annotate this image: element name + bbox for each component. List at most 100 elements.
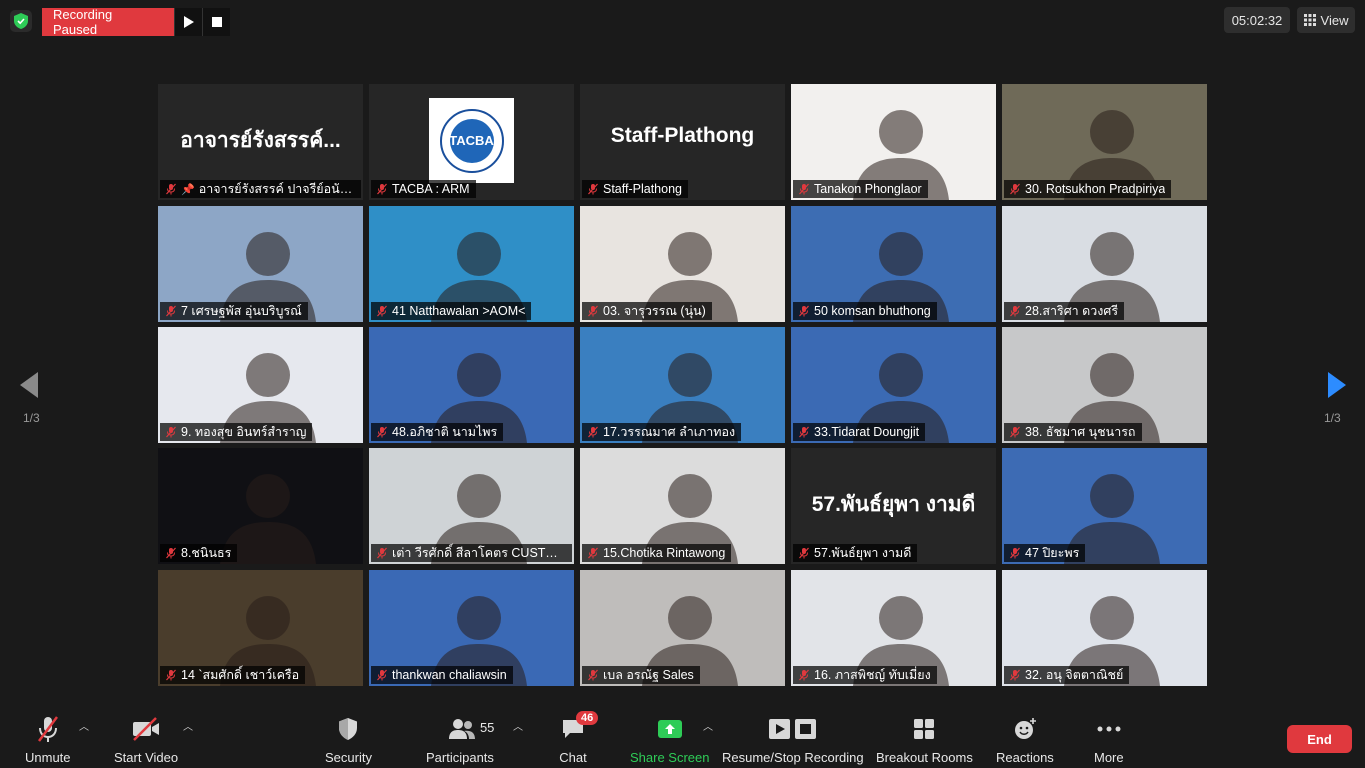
participant-tile[interactable]: 16. ภาสพิชญ์ ทับเมี่ยง xyxy=(791,570,996,686)
participant-nameplate: 03. จารุวรรณ (นุ่น) xyxy=(582,302,712,320)
participant-nameplate: TACBA : ARM xyxy=(371,180,476,198)
participant-nameplate: 15.Chotika Rintawong xyxy=(582,544,732,562)
participants-button[interactable]: 55 Participants xyxy=(426,714,494,765)
tacba-logo: TACBA xyxy=(429,98,514,183)
participant-tile[interactable]: TACBA TACBA : ARM xyxy=(369,84,574,200)
participant-tile[interactable]: 38. ธัชมาศ นุชนารถ xyxy=(1002,327,1207,443)
participant-nameplate: 50 komsan bhuthong xyxy=(793,302,937,320)
participant-name: 9. ทองสุข อินทร์สำราญ xyxy=(181,425,307,439)
end-meeting-button[interactable]: End xyxy=(1287,725,1352,753)
muted-mic-icon xyxy=(1010,426,1020,438)
video-options-caret-icon[interactable]: ︿ xyxy=(183,718,193,733)
muted-mic-icon xyxy=(588,547,598,559)
recording-controls-icon xyxy=(768,719,816,739)
muted-mic-icon xyxy=(377,305,387,317)
recording-label: Resume/Stop Recording xyxy=(722,750,864,765)
participant-tile[interactable]: อาจารย์รังสรรค์... 📌 อาจารย์รังสรรค์ ปาจรี… xyxy=(158,84,363,200)
participant-tile[interactable]: เบล อรณัฐ Sales xyxy=(580,570,785,686)
participant-tile[interactable]: 48.อภิชาติ นามไพร xyxy=(369,327,574,443)
participant-tile[interactable]: 47 ปิยะพร xyxy=(1002,448,1207,564)
participant-tile[interactable]: 28.สาริศา ดวงศรี xyxy=(1002,206,1207,322)
share-screen-label: Share Screen xyxy=(630,750,710,765)
muted-mic-icon xyxy=(166,305,176,317)
participant-tile[interactable]: 14 `สมศักดิ์ เชาว์เครือ xyxy=(158,570,363,686)
participant-name: 03. จารุวรรณ (นุ่น) xyxy=(603,304,706,318)
muted-mic-icon xyxy=(1010,183,1020,195)
pin-icon: 📌 xyxy=(181,183,195,196)
view-button[interactable]: View xyxy=(1297,7,1355,33)
tacba-logo-text: TACBA xyxy=(449,133,494,148)
page-indicator-right: 1/3 xyxy=(1324,411,1341,425)
reactions-button[interactable]: Reactions xyxy=(996,714,1054,765)
participant-name: 38. ธัชมาศ นุชนารถ xyxy=(1025,425,1136,439)
participant-tile[interactable]: 8.ชนินธร xyxy=(158,448,363,564)
meeting-timer: 05:02:32 xyxy=(1224,7,1290,33)
start-video-button[interactable]: Start Video xyxy=(114,714,178,765)
previous-page-arrow-icon[interactable] xyxy=(20,372,40,398)
stop-icon xyxy=(211,17,222,27)
muted-mic-icon xyxy=(588,669,598,681)
muted-mic-icon xyxy=(1010,669,1020,681)
participant-tile[interactable]: 9. ทองสุข อินทร์สำราญ xyxy=(158,327,363,443)
muted-mic-icon xyxy=(377,426,387,438)
participant-nameplate: 47 ปิยะพร xyxy=(1004,544,1086,562)
participant-display-name: อาจารย์รังสรรค์... xyxy=(180,129,341,152)
participant-tile[interactable]: 57.พันธ์ยุพา งามดี 57.พันธ์ยุพา งามดี xyxy=(791,448,996,564)
security-shield-icon[interactable] xyxy=(10,10,32,32)
participants-options-caret-icon[interactable]: ︿ xyxy=(513,718,523,733)
share-options-caret-icon[interactable]: ︿ xyxy=(703,718,713,733)
participant-nameplate: 30. Rotsukhon Pradpiriya xyxy=(1004,180,1172,198)
resume-recording-button[interactable] xyxy=(174,8,202,36)
participant-tile[interactable]: 17.วรรณมาศ ลำเภาทอง xyxy=(580,327,785,443)
participant-tile[interactable]: 30. Rotsukhon Pradpiriya xyxy=(1002,84,1207,200)
share-screen-icon xyxy=(657,720,682,738)
participant-nameplate: 📌 อาจารย์รังสรรค์ ปาจรีย์อนันต์ xyxy=(160,180,361,198)
participant-tile[interactable]: 32. อนุ จิตตาณิชย์ xyxy=(1002,570,1207,686)
chat-button[interactable]: 46 Chat xyxy=(558,711,599,765)
participant-tile[interactable]: Tanakon Phonglaor xyxy=(791,84,996,200)
next-page-arrow-icon[interactable] xyxy=(1326,372,1346,398)
more-button[interactable]: More xyxy=(1094,714,1124,765)
participant-name: 14 `สมศักดิ์ เชาว์เครือ xyxy=(181,668,300,682)
recording-status-label: Recording Paused xyxy=(42,7,174,37)
more-dots-icon xyxy=(1097,726,1121,732)
participant-nameplate: เบล อรณัฐ Sales xyxy=(582,666,700,684)
participant-name: Staff-Plathong xyxy=(603,182,682,196)
participant-display-name: 57.พันธ์ยุพา งามดี xyxy=(811,493,976,516)
muted-mic-icon xyxy=(588,183,598,195)
muted-mic-icon xyxy=(799,305,809,317)
participant-tile[interactable]: 41 Natthawalan >AOM< xyxy=(369,206,574,322)
participant-nameplate: thankwan chaliawsin xyxy=(371,666,513,684)
breakout-rooms-button[interactable]: Breakout Rooms xyxy=(876,714,973,765)
participant-nameplate: 28.สาริศา ดวงศรี xyxy=(1004,302,1125,320)
participant-name: 16. ภาสพิชญ์ ทับเมี่ยง xyxy=(814,668,931,682)
participant-tile[interactable]: thankwan chaliawsin xyxy=(369,570,574,686)
participant-tile[interactable]: 33.Tidarat Doungjit xyxy=(791,327,996,443)
participant-tile[interactable]: เต่า วีรศักดิ์ สีลาโคตร CUSTOM... xyxy=(369,448,574,564)
reactions-label: Reactions xyxy=(996,750,1054,765)
chat-unread-badge: 46 xyxy=(576,711,599,725)
stop-recording-button[interactable] xyxy=(202,8,230,36)
muted-mic-icon xyxy=(1010,305,1020,317)
muted-mic-icon xyxy=(166,547,176,559)
muted-microphone-icon xyxy=(37,716,58,742)
unmute-button[interactable]: Unmute xyxy=(25,714,71,765)
page-indicator-left: 1/3 xyxy=(23,411,40,425)
grid-icon xyxy=(1303,14,1316,26)
participant-nameplate: Staff-Plathong xyxy=(582,180,688,198)
share-screen-button[interactable]: Share Screen xyxy=(630,714,710,765)
participant-tile[interactable]: Staff-Plathong Staff-Plathong xyxy=(580,84,785,200)
participant-tile[interactable]: 50 komsan bhuthong xyxy=(791,206,996,322)
security-button[interactable]: Security xyxy=(325,714,372,765)
participant-name: 30. Rotsukhon Pradpiriya xyxy=(1025,182,1166,196)
participant-name: เต่า วีรศักดิ์ สีลาโคตร CUSTOM... xyxy=(392,546,566,560)
participant-tile[interactable]: 7 เศรษฐพัส อุ่นบริบูรณ์ xyxy=(158,206,363,322)
participant-nameplate: 17.วรรณมาศ ลำเภาทอง xyxy=(582,423,742,441)
muted-mic-icon xyxy=(588,426,598,438)
participant-name: 47 ปิยะพร xyxy=(1025,546,1080,560)
resume-stop-recording-button[interactable]: Resume/Stop Recording xyxy=(722,714,864,765)
participant-tile[interactable]: 03. จารุวรรณ (นุ่น) xyxy=(580,206,785,322)
video-off-icon xyxy=(133,717,160,741)
participant-tile[interactable]: 15.Chotika Rintawong xyxy=(580,448,785,564)
audio-options-caret-icon[interactable]: ︿ xyxy=(79,718,89,733)
